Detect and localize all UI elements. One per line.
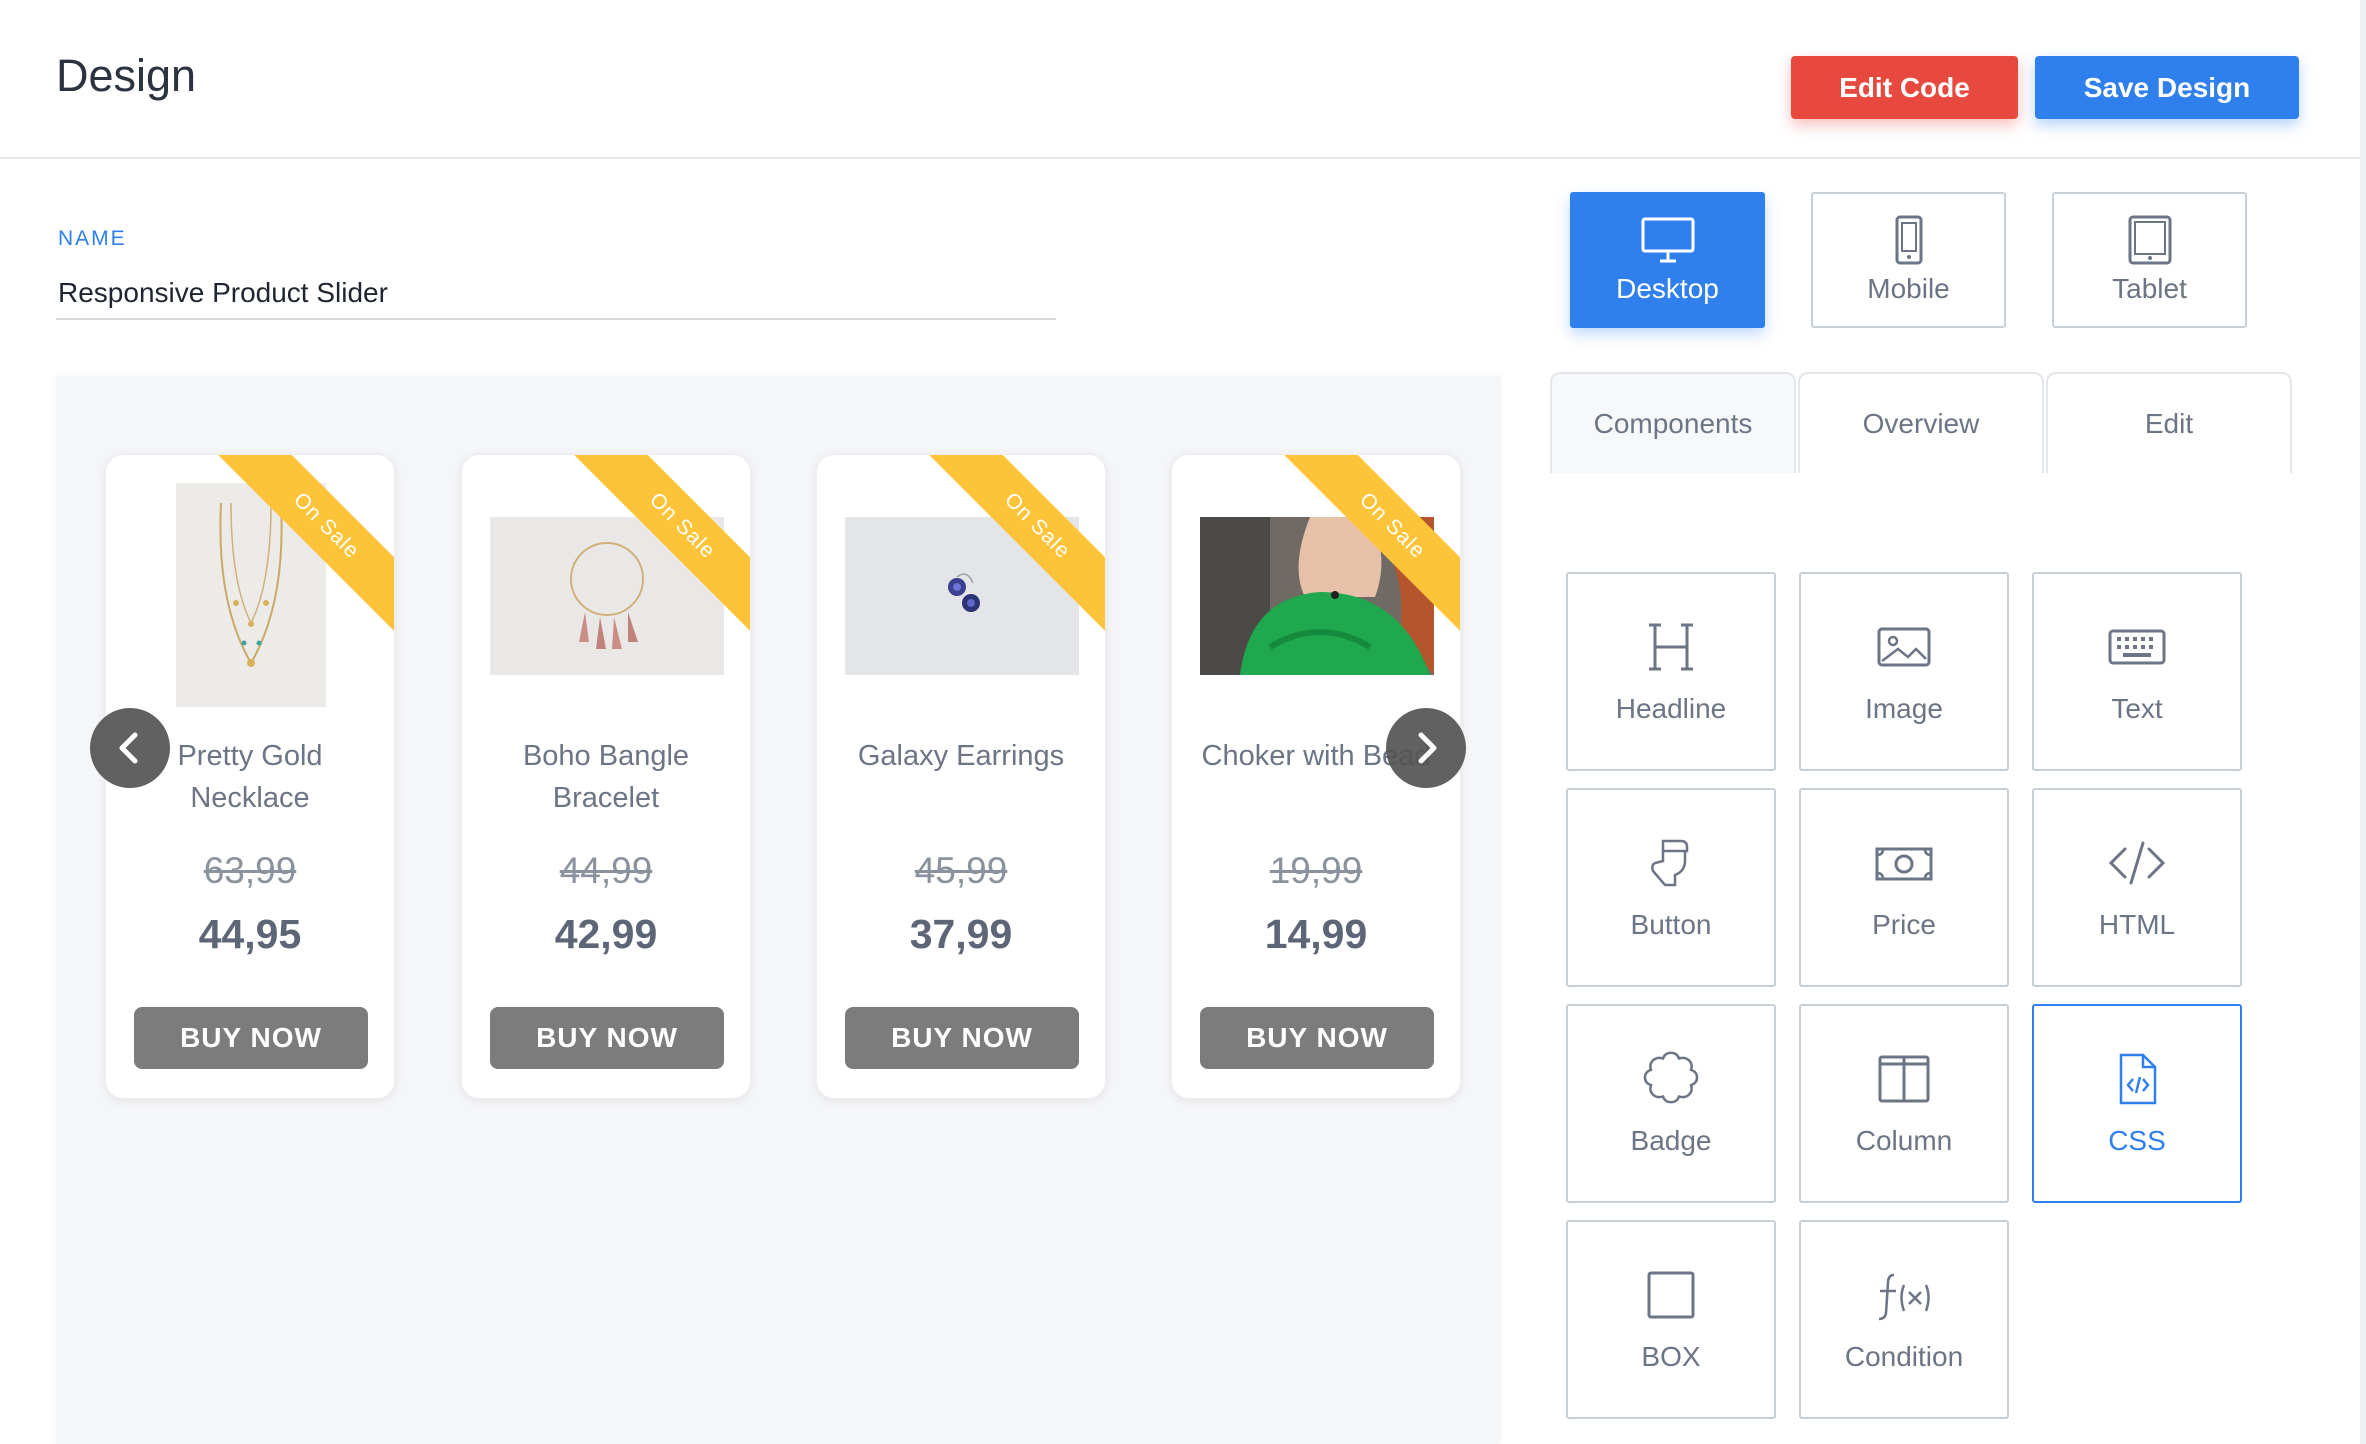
badge-icon: [1641, 1051, 1701, 1107]
device-tab-tablet[interactable]: Tablet: [2052, 192, 2247, 328]
buy-now-button[interactable]: BUY NOW: [134, 1007, 368, 1069]
sale-price: 14,99: [1172, 911, 1460, 958]
edit-code-button[interactable]: Edit Code: [1791, 56, 2018, 119]
tablet-icon: [2122, 215, 2178, 265]
button-click-icon: [1641, 835, 1701, 891]
component-label: CSS: [2108, 1125, 2166, 1157]
component-headline[interactable]: Headline: [1566, 572, 1776, 771]
tab-edit[interactable]: Edit: [2046, 372, 2292, 473]
image-icon: [1874, 619, 1934, 675]
component-column[interactable]: Column: [1799, 1004, 2009, 1203]
name-input[interactable]: [56, 268, 1056, 320]
product-name: Boho BangleBracelet: [472, 735, 740, 819]
component-html[interactable]: HTML: [2032, 788, 2242, 987]
earrings-image: [845, 517, 1079, 675]
component-box[interactable]: BOX: [1566, 1220, 1776, 1419]
product-card: On Sale Boho BangleBracelet 44,99 42,99 …: [461, 454, 751, 1099]
css-file-icon: [2107, 1051, 2167, 1107]
design-canvas: On Sale Pretty GoldNecklace 63,99 44,95 …: [56, 376, 1500, 1444]
component-label: HTML: [2099, 909, 2175, 941]
panel-tabs: Components Overview Edit: [1550, 372, 2293, 473]
sale-price: 37,99: [817, 911, 1105, 958]
device-tab-desktop[interactable]: Desktop: [1570, 192, 1765, 328]
old-price: 44,99: [462, 850, 750, 892]
sale-price: 44,95: [106, 911, 394, 958]
component-css[interactable]: CSS: [2032, 1004, 2242, 1203]
component-label: Column: [1856, 1125, 1952, 1157]
box-icon: [1641, 1267, 1701, 1323]
old-price: 19,99: [1172, 850, 1460, 892]
chevron-right-icon: [1409, 731, 1443, 765]
old-price: 63,99: [106, 850, 394, 892]
component-label: BOX: [1641, 1341, 1700, 1373]
buy-now-button[interactable]: BUY NOW: [845, 1007, 1079, 1069]
bracelet-image: [490, 517, 724, 675]
money-icon: [1874, 835, 1934, 891]
buy-now-button[interactable]: BUY NOW: [1200, 1007, 1434, 1069]
code-icon: [2107, 835, 2167, 891]
tab-overview[interactable]: Overview: [1798, 372, 2044, 473]
tab-components[interactable]: Components: [1550, 372, 1796, 473]
headline-icon: [1641, 619, 1701, 675]
component-label: Condition: [1845, 1341, 1963, 1373]
buy-now-button[interactable]: BUY NOW: [490, 1007, 724, 1069]
component-label: Price: [1872, 909, 1936, 941]
top-header: Design Edit Code Save Design: [0, 0, 2360, 159]
function-icon: [1874, 1267, 1934, 1323]
component-label: Badge: [1631, 1125, 1712, 1157]
product-card: On Sale Galaxy Earrings 45,99 37,99 BUY …: [816, 454, 1106, 1099]
component-label: Headline: [1616, 693, 1727, 725]
device-label: Tablet: [2112, 273, 2187, 305]
component-condition[interactable]: Condition: [1799, 1220, 2009, 1419]
save-design-button[interactable]: Save Design: [2035, 56, 2299, 119]
component-price[interactable]: Price: [1799, 788, 2009, 987]
phone-icon: [1881, 215, 1937, 265]
component-badge[interactable]: Badge: [1566, 1004, 1776, 1203]
chevron-left-icon: [113, 731, 147, 765]
component-text[interactable]: Text: [2032, 572, 2242, 771]
sale-price: 42,99: [462, 911, 750, 958]
necklace-image: [176, 483, 326, 707]
component-label: Image: [1865, 693, 1943, 725]
component-image[interactable]: Image: [1799, 572, 2009, 771]
keyboard-icon: [2107, 619, 2167, 675]
column-icon: [1874, 1051, 1934, 1107]
device-label: Desktop: [1616, 273, 1719, 305]
component-label: Button: [1631, 909, 1712, 941]
device-tab-mobile[interactable]: Mobile: [1811, 192, 2006, 328]
name-label: NAME: [58, 227, 127, 251]
slider-next-button[interactable]: [1386, 708, 1466, 788]
monitor-icon: [1640, 215, 1696, 265]
product-name: Galaxy Earrings: [827, 735, 1095, 777]
component-label: Text: [2111, 693, 2162, 725]
slider-prev-button[interactable]: [90, 708, 170, 788]
device-label: Mobile: [1867, 273, 1949, 305]
choker-image: [1200, 517, 1434, 675]
component-button[interactable]: Button: [1566, 788, 1776, 987]
scrollbar-track: [2360, 0, 2366, 1444]
old-price: 45,99: [817, 850, 1105, 892]
page-title: Design: [56, 50, 196, 102]
